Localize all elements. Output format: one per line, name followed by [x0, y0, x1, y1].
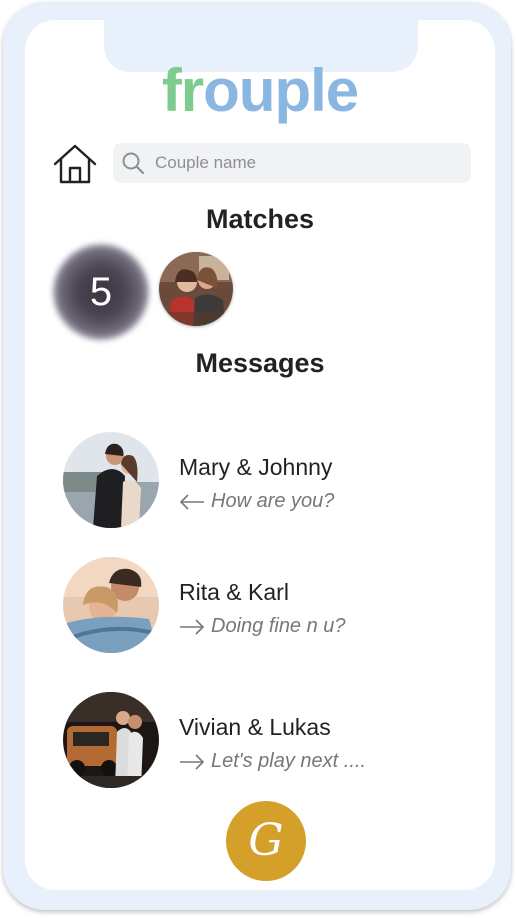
- arrow-left-icon: [179, 493, 204, 510]
- logo-part-ouple: ouple: [203, 57, 359, 124]
- conversation-name: Rita & Karl: [179, 579, 289, 605]
- match-avatar[interactable]: [159, 252, 233, 326]
- message-preview: Doing fine n u?: [179, 615, 346, 638]
- conversation-name: Vivian & Lukas: [179, 714, 331, 740]
- message-preview-text: How are you?: [211, 490, 335, 512]
- message-item-vivian-lukas[interactable]: Vivian & Lukas Let's play next ....: [63, 692, 483, 788]
- message-preview: How are you?: [179, 490, 334, 513]
- arrow-right-icon: [180, 618, 205, 635]
- search-input[interactable]: [153, 152, 457, 174]
- app-screen: frouple Matches 5: [25, 20, 495, 890]
- couple-photo: [63, 557, 159, 653]
- message-preview-text: Doing fine n u?: [211, 615, 346, 637]
- couple-photo: [63, 692, 159, 788]
- conversation-name: Mary & Johnny: [179, 454, 333, 480]
- conversation-avatar: [63, 432, 159, 528]
- logo-part-fr: fr: [161, 57, 204, 124]
- match-count-badge[interactable]: 5: [53, 244, 149, 340]
- message-item-mary-johnny[interactable]: Mary & Johnny How are you?: [63, 432, 483, 528]
- search-bar: [113, 143, 471, 183]
- arrow-right-icon: [180, 753, 205, 770]
- phone-frame: frouple Matches 5: [3, 2, 511, 910]
- search-icon: [122, 152, 145, 175]
- couple-photo: [63, 432, 159, 528]
- conversation-avatar: [63, 557, 159, 653]
- home-icon: [53, 144, 97, 184]
- messages-heading: Messages: [195, 348, 325, 378]
- app-logo: frouple: [25, 56, 495, 126]
- game-fab-button[interactable]: G: [226, 801, 306, 881]
- conversation-avatar: [63, 692, 159, 788]
- message-item-rita-karl[interactable]: Rita & Karl Doing fine n u?: [63, 557, 483, 653]
- message-preview: Let's play next ....: [179, 750, 366, 773]
- match-couple-photo: [159, 252, 233, 326]
- matches-heading: Matches: [205, 204, 315, 234]
- message-preview-text: Let's play next ....: [211, 750, 367, 772]
- home-button[interactable]: [51, 142, 99, 186]
